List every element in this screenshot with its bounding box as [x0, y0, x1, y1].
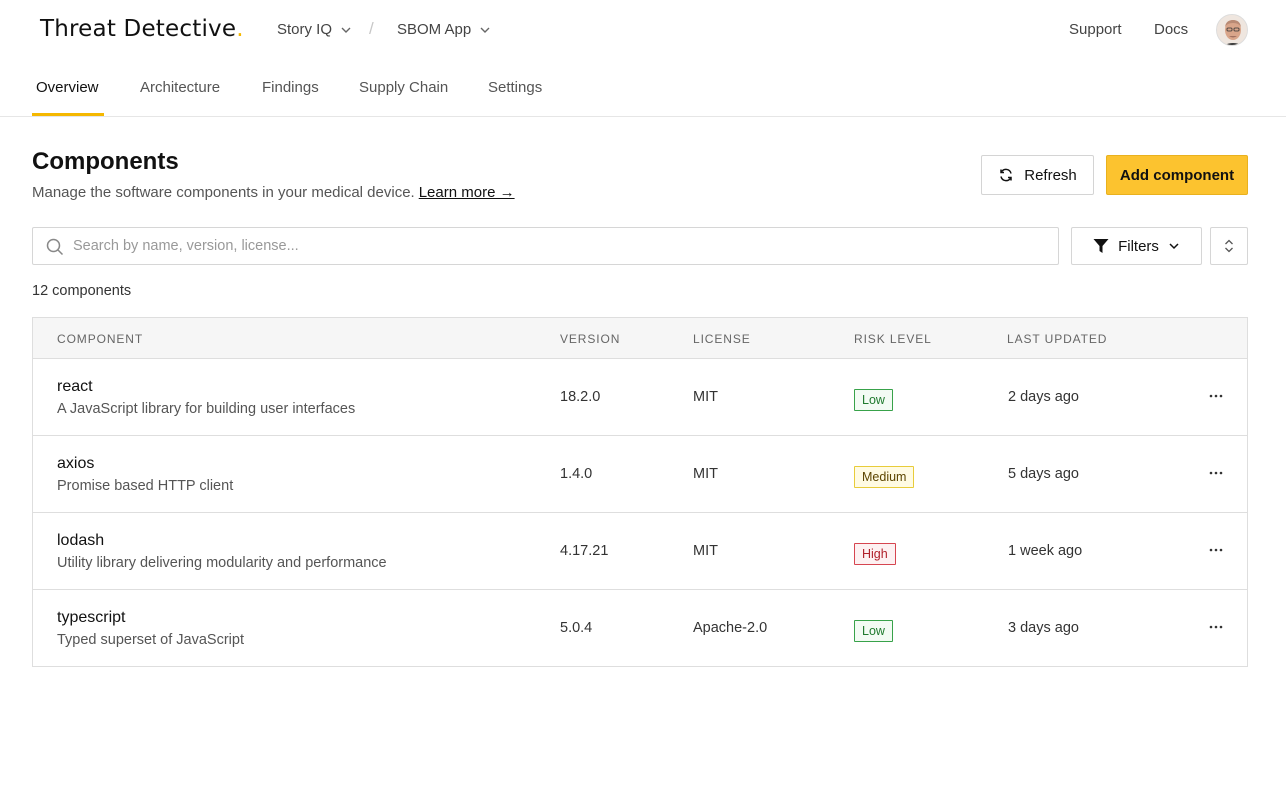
learn-more-link[interactable]: Learn more →: [419, 184, 515, 201]
component-description: Typed superset of JavaScript: [57, 632, 244, 648]
column-header-version[interactable]: VERSION: [560, 332, 620, 346]
breadcrumb-sbom-app[interactable]: SBOM App: [397, 21, 491, 38]
page-title: Components: [32, 148, 179, 175]
more-actions-icon[interactable]: [1205, 386, 1227, 406]
search-icon: [46, 238, 64, 256]
component-license: Apache-2.0: [693, 620, 768, 636]
table-header: COMPONENT VERSION LICENSE RISK LEVEL LAS…: [33, 318, 1247, 359]
tab-bar: Overview Architecture Findings Supply Ch…: [0, 60, 1286, 117]
risk-badge: Low: [854, 620, 893, 642]
risk-badge: Low: [854, 389, 893, 411]
component-license: MIT: [693, 389, 718, 405]
top-bar: Threat Detective. Story IQ / SBOM App Su…: [0, 0, 1286, 60]
last-updated: 1 week ago: [1008, 543, 1083, 559]
tab-architecture[interactable]: Architecture: [140, 79, 220, 116]
more-actions-icon[interactable]: [1205, 540, 1227, 560]
tab-settings[interactable]: Settings: [488, 79, 542, 116]
component-version: 4.17.21: [560, 543, 609, 559]
last-updated: 5 days ago: [1008, 466, 1079, 482]
tab-findings[interactable]: Findings: [262, 79, 319, 116]
column-header-last-updated[interactable]: LAST UPDATED: [1007, 332, 1107, 346]
component-name[interactable]: axios: [57, 455, 94, 473]
filter-icon: [1093, 239, 1109, 253]
more-actions-icon[interactable]: [1205, 617, 1227, 637]
breadcrumb-label: Story IQ: [277, 21, 333, 38]
component-name[interactable]: react: [57, 378, 93, 396]
last-updated: 3 days ago: [1008, 620, 1079, 636]
table-row[interactable]: lodash Utility library delivering modula…: [33, 513, 1247, 590]
components-table: COMPONENT VERSION LICENSE RISK LEVEL LAS…: [32, 317, 1248, 667]
page-subtitle: Manage the software components in your m…: [32, 184, 515, 201]
avatar[interactable]: [1216, 14, 1248, 46]
support-link[interactable]: Support: [1069, 21, 1122, 38]
sort-icon: [1225, 239, 1233, 253]
component-name[interactable]: lodash: [57, 532, 104, 550]
component-count: 12 components: [32, 283, 132, 299]
component-description: Promise based HTTP client: [57, 478, 234, 494]
tab-supply-chain[interactable]: Supply Chain: [359, 79, 448, 116]
refresh-icon: [1000, 168, 1012, 182]
subtitle-text: Manage the software components in your m…: [32, 184, 415, 201]
logo-dot: .: [236, 16, 244, 42]
docs-link[interactable]: Docs: [1154, 21, 1188, 38]
column-header-component[interactable]: COMPONENT: [57, 332, 143, 346]
component-license: MIT: [693, 543, 718, 559]
table-row[interactable]: react A JavaScript library for building …: [33, 359, 1247, 436]
risk-badge: High: [854, 543, 896, 565]
last-updated: 2 days ago: [1008, 389, 1079, 405]
breadcrumb-story-iq[interactable]: Story IQ: [277, 21, 352, 38]
component-description: A JavaScript library for building user i…: [57, 401, 356, 417]
sort-button[interactable]: [1210, 227, 1248, 265]
logo-text: Threat Detective: [40, 16, 237, 42]
chevron-down-icon: [341, 27, 351, 33]
component-name[interactable]: typescript: [57, 609, 125, 627]
table-row[interactable]: typescript Typed superset of JavaScript …: [33, 590, 1247, 667]
active-tab-indicator: [32, 113, 104, 116]
search-input[interactable]: [73, 228, 1043, 264]
table-row[interactable]: axios Promise based HTTP client 1.4.0 MI…: [33, 436, 1247, 513]
component-license: MIT: [693, 466, 718, 482]
more-actions-icon[interactable]: [1205, 463, 1227, 483]
column-header-risk-level[interactable]: RISK LEVEL: [854, 332, 932, 346]
breadcrumb-separator: /: [369, 19, 374, 38]
logo[interactable]: Threat Detective.: [40, 16, 244, 42]
filters-label: Filters: [1118, 237, 1159, 255]
refresh-label: Refresh: [1024, 166, 1077, 184]
breadcrumb-label: SBOM App: [397, 21, 472, 38]
add-component-button[interactable]: Add component: [1106, 155, 1248, 195]
column-header-license[interactable]: LICENSE: [693, 332, 751, 346]
component-description: Utility library delivering modularity an…: [57, 555, 387, 571]
component-version: 18.2.0: [560, 389, 601, 405]
chevron-down-icon: [1169, 243, 1179, 250]
component-version: 1.4.0: [560, 466, 593, 482]
component-version: 5.0.4: [560, 620, 593, 636]
avatar-image: [1217, 15, 1247, 45]
filters-button[interactable]: Filters: [1071, 227, 1202, 265]
chevron-down-icon: [480, 27, 490, 33]
refresh-button[interactable]: Refresh: [981, 155, 1094, 195]
risk-badge: Medium: [854, 466, 915, 488]
search-box: [32, 227, 1059, 265]
tab-overview[interactable]: Overview: [36, 79, 99, 116]
